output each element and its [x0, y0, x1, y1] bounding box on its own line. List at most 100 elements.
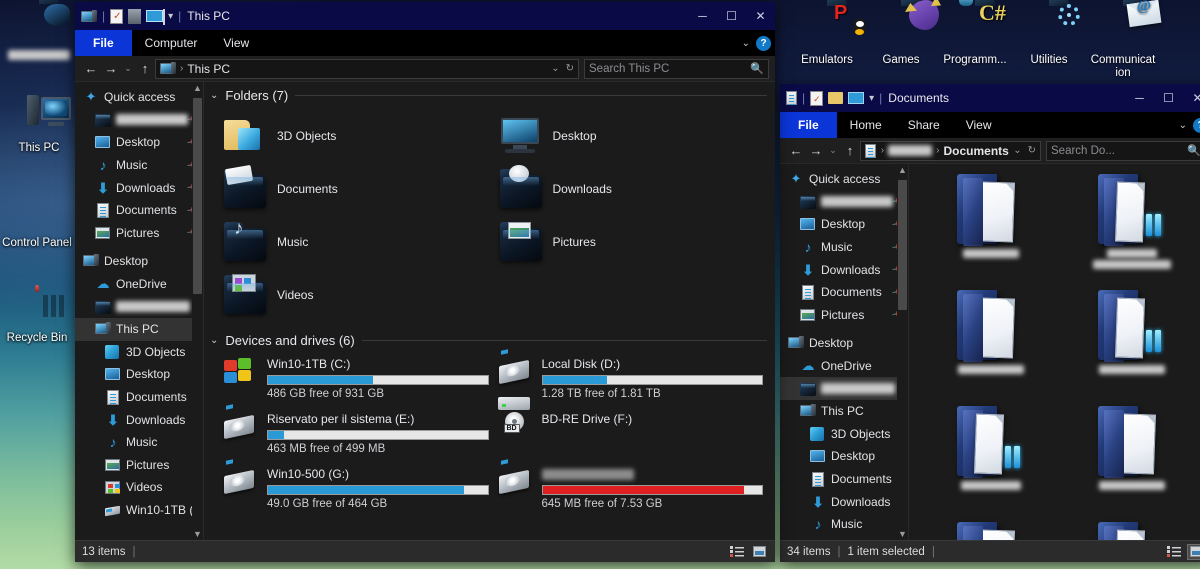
titlebar[interactable]: | ✓ ▾ | Documents ─ ☐ ✕	[780, 84, 1200, 112]
desktop-icon-games[interactable]: Games	[864, 0, 939, 80]
large-icons-view-icon[interactable]	[1187, 543, 1200, 560]
scroll-up-icon[interactable]: ▲	[193, 82, 202, 94]
tab-view[interactable]: View	[210, 30, 262, 56]
desktop-icon-communication[interactable]: @ Communicat ion	[1086, 0, 1162, 80]
sidebar-item-win10-1tb-c-[interactable]: Win10-1TB (C:)	[75, 499, 203, 522]
address-bar[interactable]: ← → ⌄ ↑ › › Documents ⌄ ↻ Search Do... 🔍	[780, 138, 1200, 164]
refresh-icon[interactable]: ↻	[1028, 145, 1036, 156]
breadcrumb-dropdown-icon[interactable]: ⌄	[551, 63, 559, 74]
drive-tile[interactable]: Local Disk (D:) 1.28 TB free of 1.81 TB	[497, 349, 763, 407]
collapse-ribbon-icon[interactable]: ⌄	[742, 38, 750, 49]
sidebar-item-quick-access[interactable]: ✦ Quick access	[780, 168, 908, 191]
navigation-list[interactable]: ✦Quick access📌Desktop📌♪Music📌⬇Downloads📌…	[780, 164, 908, 536]
drive-tile[interactable]: Win10-500 (G:) 49.0 GB free of 464 GB	[222, 459, 489, 517]
folder-icon[interactable]	[128, 8, 142, 24]
sidebar-item-music[interactable]: ♪Music📌	[75, 154, 203, 177]
sidebar-item-pictures[interactable]: Pictures📌	[780, 304, 908, 327]
scroll-down-icon[interactable]: ▼	[898, 528, 907, 540]
minimize-button[interactable]: ─	[1125, 84, 1154, 112]
drive-tile[interactable]: Riservato per il sistema (E:) 463 MB free…	[222, 404, 489, 462]
help-icon[interactable]: ?	[1193, 117, 1200, 133]
sidebar-item-onedrive[interactable]: ☁ OneDrive	[780, 355, 908, 378]
sidebar-item-onedrive[interactable]: ☁ OneDrive	[75, 273, 203, 296]
quick-access-toolbar[interactable]: | ✓ ▾ |	[75, 8, 181, 25]
help-icon[interactable]: ?	[756, 35, 771, 51]
details-view-icon[interactable]	[728, 544, 746, 560]
nav-scroll-thumb[interactable]	[898, 180, 907, 310]
tab-share[interactable]: Share	[895, 112, 953, 138]
sidebar-item-user-folder[interactable]	[780, 377, 908, 400]
file-list-area[interactable]: ⌄ Folders (7) 3D Objects Desktop Documents…	[203, 82, 775, 540]
sidebar-item-downloads[interactable]: ⬇ Downloads	[75, 408, 203, 431]
ribbon-tabs[interactable]: File Home Share View ⌄ ?	[780, 112, 1200, 138]
view-toggles[interactable]	[1165, 543, 1200, 560]
file-grid-item[interactable]	[1062, 288, 1200, 404]
drives-grid[interactable]: Win10-1TB (C:) 486 GB free of 931 GB Local…	[204, 349, 775, 517]
tab-computer[interactable]: Computer	[132, 30, 211, 56]
desktop-icon-user-folder[interactable]	[2, 2, 76, 62]
navigation-list[interactable]: ✦Quick access📌Desktop📌♪Music📌⬇Downloads📌…	[75, 82, 203, 521]
drive-tile[interactable]: Win10-1TB (C:) 486 GB free of 931 GB	[222, 352, 489, 407]
close-button[interactable]: ✕	[746, 2, 775, 30]
drive-tile[interactable]: 645 MB free of 7.53 GB	[497, 459, 763, 517]
sidebar-item-downloads[interactable]: ⬇ Downloads	[780, 490, 908, 513]
search-icon[interactable]: 🔍	[750, 62, 764, 75]
back-button[interactable]: ←	[786, 140, 806, 162]
sidebar-item-downloads[interactable]: ⬇Downloads📌	[75, 176, 203, 199]
recent-locations-button[interactable]: ⌄	[826, 140, 840, 162]
file-grid-item[interactable]	[1062, 172, 1200, 288]
sidebar-item-desktop[interactable]: Desktop	[75, 363, 203, 386]
maximize-button[interactable]: ☐	[717, 2, 746, 30]
tab-file[interactable]: File	[780, 112, 837, 138]
breadcrumb[interactable]: › › Documents ⌄ ↻	[860, 140, 1041, 161]
tab-view[interactable]: View	[953, 112, 1005, 138]
desktop-icon-utilities[interactable]: Utilities	[1012, 4, 1086, 80]
window-controls[interactable]: ─ ☐ ✕	[688, 2, 775, 30]
forward-button[interactable]: →	[806, 140, 826, 162]
properties-icon[interactable]: ✓	[110, 8, 124, 24]
collapse-ribbon-icon[interactable]: ⌄	[1179, 120, 1187, 131]
nav-scroll-track[interactable]	[192, 94, 203, 528]
desktop-icon-this-pc[interactable]: This PC	[2, 95, 76, 155]
sidebar-item-videos[interactable]: Videos	[75, 476, 203, 499]
desktop-icon-control-panel[interactable]: Control Panel	[0, 190, 74, 250]
sidebar-item-pictures[interactable]: Pictures	[75, 454, 203, 477]
folder-tile[interactable]: Documents	[222, 162, 490, 215]
back-button[interactable]: ←	[81, 58, 101, 80]
tab-file[interactable]: File	[75, 30, 132, 56]
file-grid-item[interactable]	[1062, 520, 1200, 540]
chevron-down-icon[interactable]: ▾	[869, 93, 874, 104]
sidebar-item-desktop[interactable]: Desktop	[780, 445, 908, 468]
sidebar-item-user-folder[interactable]: 📌	[780, 191, 908, 214]
sidebar-item-user-folder[interactable]	[75, 295, 203, 318]
refresh-icon[interactable]: ↻	[566, 63, 574, 74]
details-view-icon[interactable]	[1165, 544, 1183, 560]
window-controls[interactable]: ─ ☐ ✕	[1125, 84, 1200, 112]
sidebar-item-music[interactable]: ♪ Music	[75, 431, 203, 454]
collapse-caret-icon[interactable]: ⌄	[210, 90, 218, 101]
sidebar-item-documents[interactable]: Documents📌	[780, 281, 908, 304]
ribbon-tabs[interactable]: File Computer View ⌄ ?	[75, 30, 775, 56]
drives-group-header[interactable]: ⌄ Devices and drives (6)	[204, 327, 775, 350]
file-grid-item[interactable]	[921, 288, 1062, 404]
sidebar-item-music[interactable]: ♪ Music	[780, 513, 908, 536]
file-grid-item[interactable]	[1062, 404, 1200, 520]
navigation-pane[interactable]: ✦Quick access📌Desktop📌♪Music📌⬇Downloads📌…	[780, 164, 908, 540]
quick-access-toolbar[interactable]: | ✓ ▾ |	[780, 90, 882, 106]
navigation-pane[interactable]: ✦Quick access📌Desktop📌♪Music📌⬇Downloads📌…	[75, 82, 203, 540]
search-icon[interactable]: 🔍	[1187, 144, 1200, 157]
scroll-up-icon[interactable]: ▲	[898, 164, 907, 176]
sidebar-item-quick-access[interactable]: ✦ Quick access	[75, 86, 203, 109]
properties-icon[interactable]: ✓	[810, 90, 824, 106]
sidebar-item-desktop[interactable]: Desktop📌	[75, 131, 203, 154]
explorer-window-this-pc[interactable]: | ✓ ▾ | This PC ─ ☐ ✕ File Computer View…	[75, 2, 775, 562]
file-grid-item[interactable]	[921, 520, 1062, 540]
search-input[interactable]: Search Do... 🔍	[1046, 140, 1200, 161]
titlebar[interactable]: | ✓ ▾ | This PC ─ ☐ ✕	[75, 2, 775, 30]
large-icons-view-icon[interactable]	[750, 544, 768, 560]
file-grid[interactable]	[909, 164, 1200, 540]
sidebar-item-this-pc[interactable]: This PC	[75, 317, 203, 341]
nav-scroll-track[interactable]	[897, 176, 908, 528]
nav-scrollbar[interactable]: ▲ ▼	[897, 164, 908, 540]
up-button[interactable]: ↑	[135, 58, 155, 80]
